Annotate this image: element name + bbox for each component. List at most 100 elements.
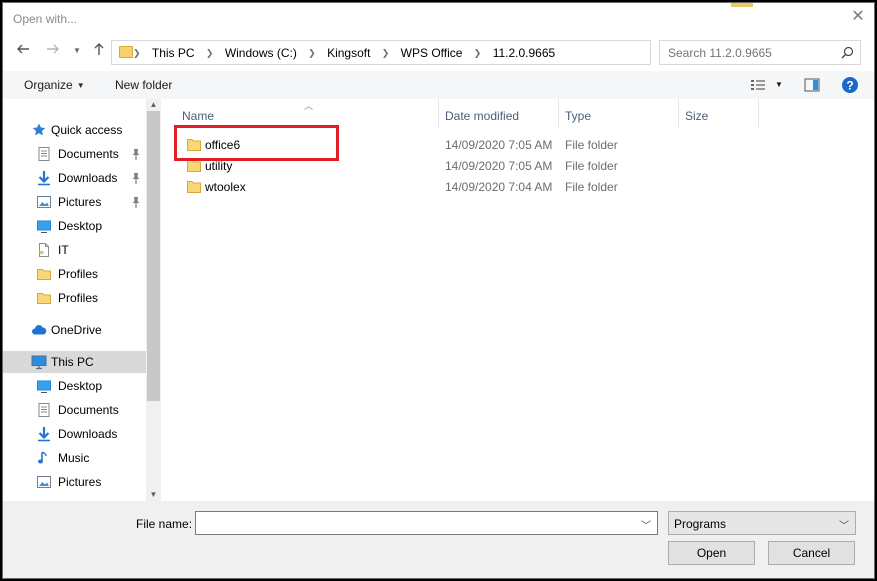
- breadcrumb-this-pc[interactable]: This PC: [152, 46, 195, 60]
- sidebar-item-quick-access[interactable]: Quick access: [3, 119, 146, 141]
- breadcrumb: ❯ This PC ❯ Windows (C:) ❯ Kingsoft ❯ WP…: [133, 46, 556, 60]
- breadcrumb-chevron-icon[interactable]: ❯: [374, 48, 398, 59]
- sidebar-item-this-pc[interactable]: This PC: [3, 351, 146, 373]
- cell-type: File folder: [565, 180, 618, 194]
- sidebar-item-label: Downloads: [58, 427, 118, 441]
- sort-ascending-icon: ︿: [304, 101, 314, 111]
- column-header-size[interactable]: Size: [678, 99, 758, 127]
- document-icon: [36, 242, 52, 258]
- open-button[interactable]: Open: [668, 541, 755, 565]
- table-row[interactable]: wtoolex 14/09/2020 7:04 AM File folder: [162, 176, 762, 197]
- file-type-select[interactable]: Programs ﹀: [668, 511, 856, 535]
- forward-arrow-icon[interactable]: [43, 41, 63, 61]
- sidebar-item-label: Profiles: [58, 291, 99, 305]
- breadcrumb-version[interactable]: 11.2.0.9665: [493, 46, 556, 60]
- sidebar-item-label: This PC: [51, 355, 94, 369]
- preview-pane-icon[interactable]: [803, 76, 821, 94]
- folder-icon: [36, 266, 52, 282]
- sidebar-item-documents[interactable]: Documents: [3, 399, 146, 421]
- search-input[interactable]: [668, 46, 828, 60]
- sidebar-item-label: Pictures: [58, 475, 102, 489]
- pin-icon: [131, 148, 141, 160]
- sidebar-item-pictures[interactable]: Pictures: [3, 471, 146, 493]
- star-icon: [31, 122, 47, 138]
- scroll-down-icon[interactable]: ▼: [146, 489, 161, 501]
- help-icon[interactable]: ?: [841, 76, 859, 94]
- column-header-date[interactable]: Date modified: [438, 99, 558, 127]
- cell-name: wtoolex: [205, 180, 246, 194]
- cancel-button[interactable]: Cancel: [768, 541, 855, 565]
- close-icon[interactable]: ✕: [850, 9, 866, 25]
- new-folder-button[interactable]: New folder: [115, 78, 172, 92]
- documents-icon: [36, 402, 52, 418]
- sidebar-item-desktop[interactable]: Desktop: [3, 375, 146, 397]
- sidebar-item-it[interactable]: IT: [3, 239, 146, 261]
- view-options-icon[interactable]: [749, 76, 767, 94]
- sidebar-item-label: Quick access: [51, 123, 123, 137]
- highlight-box: [174, 125, 339, 161]
- file-name-input[interactable]: [200, 515, 630, 529]
- chevron-down-icon[interactable]: ﹀: [641, 517, 651, 532]
- sidebar-item-music[interactable]: Music: [3, 447, 146, 469]
- pictures-icon: [36, 194, 52, 210]
- desktop-icon: [36, 218, 52, 234]
- file-name-combobox[interactable]: ﹀: [195, 511, 658, 535]
- recent-locations-chevron-icon[interactable]: ▼: [67, 41, 87, 61]
- cell-date: 14/09/2020 7:05 AM: [445, 138, 553, 152]
- sidebar-item-label: Downloads: [58, 171, 118, 185]
- sidebar-item-label: OneDrive: [51, 323, 102, 337]
- sidebar-item-label: Documents: [58, 147, 119, 161]
- chevron-down-icon: ▼: [76, 81, 85, 90]
- command-bar: Organize ▼ New folder ▼ ?: [3, 71, 874, 99]
- column-type-label: Type: [565, 109, 592, 123]
- documents-icon: [36, 146, 52, 162]
- scroll-up-icon[interactable]: ▲: [146, 99, 161, 111]
- column-name-label: Name: [182, 109, 215, 123]
- pin-icon: [131, 196, 141, 208]
- sidebar-item-label: Profiles: [58, 267, 99, 281]
- breadcrumb-wps-office[interactable]: WPS Office: [401, 46, 463, 60]
- sidebar-item-label: IT: [58, 243, 69, 257]
- cell-date: 14/09/2020 7:04 AM: [445, 180, 553, 194]
- sidebar-item-profiles[interactable]: Profiles: [3, 263, 146, 285]
- sidebar-item-onedrive[interactable]: OneDrive: [3, 319, 146, 341]
- folder-icon: [187, 180, 201, 193]
- nav-scrollbar-thumb[interactable]: [147, 111, 160, 401]
- search-icon[interactable]: [841, 46, 854, 59]
- breadcrumb-windows-c[interactable]: Windows (C:): [225, 46, 297, 60]
- breadcrumb-chevron-icon[interactable]: ❯: [133, 48, 149, 59]
- cloud-icon: [31, 322, 47, 338]
- column-header-type[interactable]: Type: [558, 99, 678, 127]
- desktop-icon: [36, 378, 52, 394]
- chevron-down-icon[interactable]: ﹀: [839, 517, 849, 532]
- computer-icon: [31, 354, 47, 370]
- sidebar-item-profiles[interactable]: Profiles: [3, 287, 146, 309]
- nav-scrollbar[interactable]: ▲ ▼: [146, 99, 161, 501]
- svg-text:?: ?: [846, 79, 853, 93]
- column-size-label: Size: [685, 109, 709, 123]
- breadcrumb-chevron-icon[interactable]: ❯: [466, 48, 490, 59]
- pin-icon: [131, 172, 141, 184]
- folder-icon: [36, 290, 52, 306]
- file-list: Name ︿ Date modified Type Size office6 14…: [162, 99, 874, 501]
- column-divider[interactable]: [758, 99, 759, 127]
- up-arrow-icon[interactable]: [89, 41, 109, 61]
- sidebar-item-downloads[interactable]: Downloads: [3, 167, 146, 189]
- sidebar-item-label: Desktop: [58, 219, 103, 233]
- breadcrumb-kingsoft[interactable]: Kingsoft: [327, 46, 370, 60]
- navigation-pane: Quick access Documents Downloads Pictures De…: [3, 99, 161, 501]
- folder-icon: [119, 46, 133, 58]
- breadcrumb-chevron-icon[interactable]: ❯: [300, 48, 324, 59]
- organize-menu[interactable]: Organize ▼: [24, 78, 85, 92]
- address-bar[interactable]: ❯ This PC ❯ Windows (C:) ❯ Kingsoft ❯ WP…: [111, 40, 651, 65]
- chevron-down-icon[interactable]: ▼: [775, 80, 783, 89]
- breadcrumb-chevron-icon[interactable]: ❯: [198, 48, 222, 59]
- sidebar-item-desktop[interactable]: Desktop: [3, 215, 146, 237]
- sidebar-item-pictures[interactable]: Pictures: [3, 191, 146, 213]
- sidebar-item-documents[interactable]: Documents: [3, 143, 146, 165]
- search-box[interactable]: [659, 40, 861, 65]
- back-arrow-icon[interactable]: [13, 41, 33, 61]
- sidebar-item-downloads[interactable]: Downloads: [3, 423, 146, 445]
- sidebar-item-label: Desktop: [58, 379, 103, 393]
- title-bar-decoration: [731, 3, 753, 7]
